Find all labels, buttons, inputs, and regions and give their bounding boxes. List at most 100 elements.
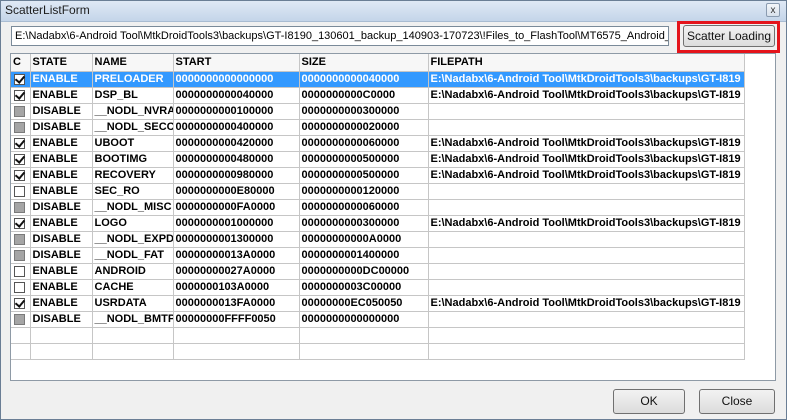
empty-row	[11, 343, 745, 360]
row-checkbox[interactable]	[14, 217, 25, 229]
empty-cell	[173, 327, 300, 344]
row-checkbox[interactable]	[14, 297, 25, 309]
title-bar[interactable]: ScatterListForm x	[1, 1, 786, 22]
cell-size: 0000000000300000	[299, 215, 429, 232]
cell-name: USRDATA	[92, 295, 174, 312]
row-checkbox-cell	[11, 279, 31, 296]
cell-size: 0000000001400000	[299, 247, 429, 264]
row-checkbox[interactable]	[14, 169, 25, 181]
column-header-size[interactable]: SIZE	[299, 54, 429, 72]
cell-state: ENABLE	[30, 87, 93, 104]
row-checkbox[interactable]	[14, 153, 25, 165]
close-icon[interactable]: x	[766, 3, 780, 17]
table-row[interactable]: DISABLE__NODL_EXPDB000000000130000000000…	[11, 231, 745, 248]
cell-state: ENABLE	[30, 135, 93, 152]
cell-start: 0000000001000000	[173, 215, 300, 232]
row-checkbox[interactable]	[14, 201, 25, 213]
cell-start: 00000000013A0000	[173, 247, 300, 264]
empty-cell	[428, 327, 745, 344]
cell-state: DISABLE	[30, 103, 93, 120]
cell-name: UBOOT	[92, 135, 174, 152]
empty-cell	[428, 343, 745, 360]
cell-size: 0000000000500000	[299, 167, 429, 184]
cell-name: PRELOADER	[92, 71, 174, 88]
table-row[interactable]: DISABLE __NODL_FAT 00000000013A0000 0000000…	[11, 247, 745, 264]
row-checkbox[interactable]	[14, 89, 25, 101]
cell-state: ENABLE	[30, 263, 93, 280]
close-button[interactable]: Close	[699, 389, 775, 414]
partition-grid[interactable]: C STATE NAME START SIZE FILEPATH ENABLE P…	[10, 53, 776, 381]
cell-name: __NODL_MISC	[92, 199, 174, 216]
table-row[interactable]: ENABLE SEC_RO 0000000000E80000 000000000012…	[11, 183, 745, 200]
cell-state: ENABLE	[30, 183, 93, 200]
cell-size: 00000000EC050050	[299, 295, 429, 312]
cell-size: 0000000000300000	[299, 103, 429, 120]
cell-name: __NODL_BMTPOOL	[92, 311, 174, 328]
cell-state: ENABLE	[30, 167, 93, 184]
row-checkbox[interactable]	[14, 121, 25, 133]
column-header-name[interactable]: NAME	[92, 54, 174, 72]
cell-size: 0000000000060000	[299, 199, 429, 216]
table-row[interactable]: ENABLE PRELOADER 0000000000000000 000000000…	[11, 71, 745, 88]
scatter-loading-button[interactable]: Scatter Loading	[683, 25, 775, 47]
cell-name: RECOVERY	[92, 167, 174, 184]
cell-start: 0000000001300000	[173, 231, 300, 248]
cell-name: LOGO	[92, 215, 174, 232]
row-checkbox-cell	[11, 215, 31, 232]
row-checkbox[interactable]	[14, 105, 25, 117]
cell-size: 0000000000020000	[299, 119, 429, 136]
row-checkbox[interactable]	[14, 73, 25, 85]
table-row[interactable]: DISABLE__NODL_SECCFG00000000004000000000…	[11, 119, 745, 136]
cell-start: 0000000013FA0000	[173, 295, 300, 312]
table-row[interactable]: ENABLE RECOVERY 0000000000980000 0000000000…	[11, 167, 745, 184]
cell-state: ENABLE	[30, 279, 93, 296]
cell-filepath: E:\Nadabx\6-Android Tool\MtkDroidTools3\…	[428, 295, 745, 312]
cell-start: 0000000000FA0000	[173, 199, 300, 216]
empty-cell	[30, 343, 93, 360]
ok-button[interactable]: OK	[613, 389, 685, 414]
cell-state: DISABLE	[30, 231, 93, 248]
row-checkbox[interactable]	[14, 137, 25, 149]
table-row[interactable]: ENABLE BOOTIMG 0000000000480000 00000000005…	[11, 151, 745, 168]
column-header-c[interactable]: C	[11, 54, 31, 72]
cell-size: 0000000000040000	[299, 71, 429, 88]
row-checkbox[interactable]	[14, 313, 25, 325]
table-row[interactable]: DISABLE__NODL_NVRAM000000000010000000000…	[11, 103, 745, 120]
row-checkbox-cell	[11, 87, 31, 104]
table-body: ENABLE PRELOADER 0000000000000000 000000000…	[11, 71, 745, 360]
cell-name: __NODL_FAT	[92, 247, 174, 264]
empty-cell	[173, 343, 300, 360]
cell-size: 0000000000060000	[299, 135, 429, 152]
scatter-path-input[interactable]: E:\Nadabx\6-Android Tool\MtkDroidTools3\…	[11, 26, 669, 46]
table-row[interactable]: ENABLE ANDROID 00000000027A0000 0000000000D…	[11, 263, 745, 280]
cell-name: CACHE	[92, 279, 174, 296]
cell-start: 00000000FFFF0050	[173, 311, 300, 328]
cell-name: __NODL_NVRAM	[92, 103, 174, 120]
table-row[interactable]: ENABLE CACHE 0000000103A0000 0000000003C000…	[11, 279, 745, 296]
cell-start: 00000000027A0000	[173, 263, 300, 280]
column-header-start[interactable]: START	[173, 54, 300, 72]
table-row[interactable]: ENABLE USRDATA 0000000013FA0000 00000000EC0…	[11, 295, 745, 312]
cell-state: DISABLE	[30, 199, 93, 216]
cell-state: ENABLE	[30, 71, 93, 88]
empty-row	[11, 327, 745, 344]
column-header-filepath[interactable]: FILEPATH	[428, 54, 745, 72]
row-checkbox[interactable]	[14, 249, 25, 261]
table-row[interactable]: ENABLE LOGO 0000000001000000 00000000003000…	[11, 215, 745, 232]
table-row[interactable]: DISABLE __NODL_MISC 0000000000FA0000 000000…	[11, 199, 745, 216]
table-row[interactable]: ENABLE DSP_BL 0000000000040000 0000000000C0…	[11, 87, 745, 104]
row-checkbox[interactable]	[14, 265, 25, 277]
window-title: ScatterListForm	[5, 3, 90, 17]
cell-state: ENABLE	[30, 295, 93, 312]
cell-filepath: E:\Nadabx\6-Android Tool\MtkDroidTools3\…	[428, 215, 745, 232]
table-row[interactable]: DISABLE__NODL_BMTPOOL00000000FFFF0050000…	[11, 311, 745, 328]
row-checkbox[interactable]	[14, 233, 25, 245]
row-checkbox[interactable]	[14, 281, 25, 293]
row-checkbox-cell	[11, 135, 31, 152]
cell-start: 0000000000420000	[173, 135, 300, 152]
row-checkbox[interactable]	[14, 185, 25, 197]
partition-table: C STATE NAME START SIZE FILEPATH ENABLE P…	[11, 54, 745, 360]
cell-start: 0000000000040000	[173, 87, 300, 104]
table-row[interactable]: ENABLE UBOOT 0000000000420000 0000000000060…	[11, 135, 745, 152]
column-header-state[interactable]: STATE	[30, 54, 93, 72]
